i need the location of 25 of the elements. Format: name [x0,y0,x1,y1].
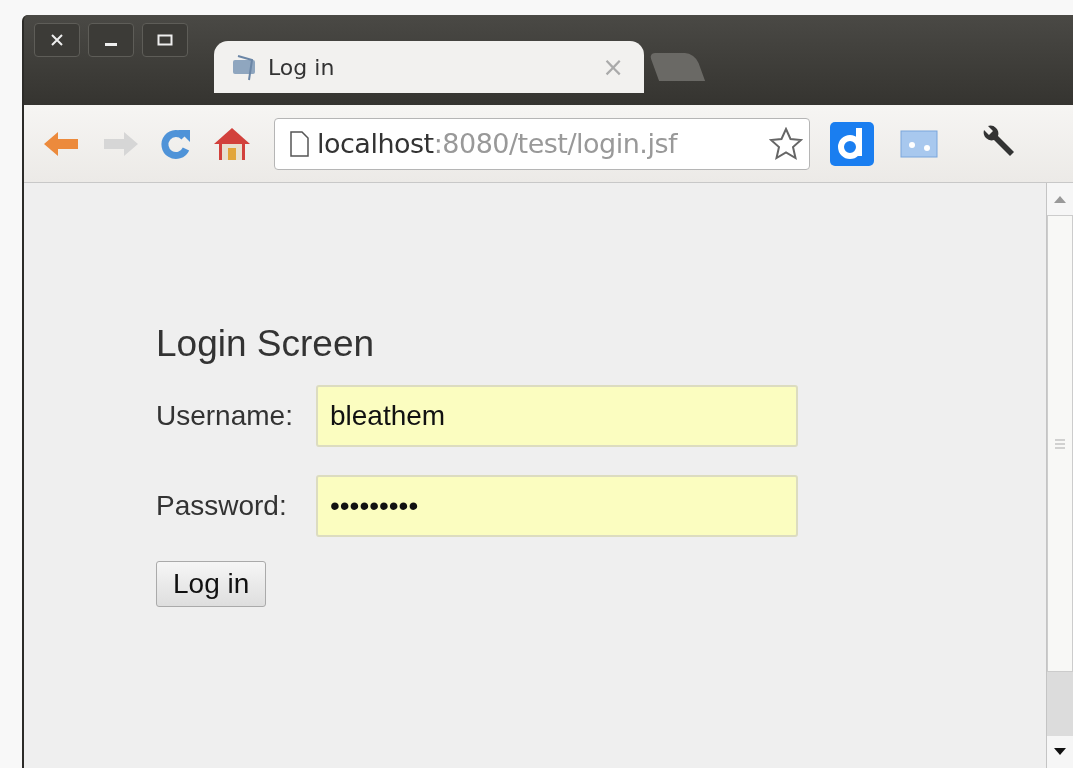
tab-title: Log in [268,54,336,80]
scroll-down-button[interactable] [1047,736,1073,768]
maximize-button[interactable] [142,23,188,57]
scroll-up-button[interactable] [1047,183,1073,215]
login-button[interactable]: Log in [156,561,267,607]
star-icon[interactable] [769,126,803,161]
minimize-button[interactable] [88,23,134,57]
extension-icon[interactable] [830,121,874,166]
field-label: Password: [156,490,288,522]
page-icon [289,130,309,157]
minimize-icon [105,42,117,46]
browser-tab[interactable]: Log in × [214,41,644,93]
scrollbar-thumb[interactable] [1047,215,1073,672]
up-arrow-icon [1054,195,1066,203]
close-icon [50,33,64,47]
field-label: Username: [156,400,294,432]
input-field[interactable]: ••••••••• [316,475,798,537]
address-field[interactable]: localhost:8080/test/login.jsf [274,117,810,170]
page-heading: Login Screen [156,323,375,365]
close-window-button[interactable] [34,23,80,57]
grip-icon [1055,438,1065,449]
down-arrow-icon [1054,748,1066,756]
input-field[interactable]: bleathem [316,385,798,447]
maximize-icon [157,33,173,47]
window-icon[interactable] [900,129,938,158]
